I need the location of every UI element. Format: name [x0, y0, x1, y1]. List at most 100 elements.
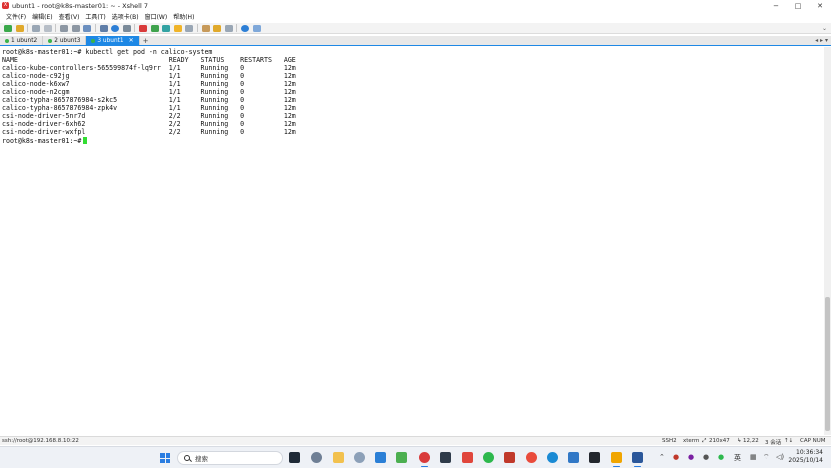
- caps-num-status: CAP NUM: [800, 438, 826, 444]
- shell-prompt: root@k8s-master01:~#: [2, 136, 82, 145]
- taskbar-search-box[interactable]: 搜索: [177, 451, 283, 465]
- ime-indicator[interactable]: 英: [734, 453, 741, 463]
- globe-icon[interactable]: [111, 24, 119, 32]
- menu-window[interactable]: 窗口(W): [145, 12, 168, 21]
- tray-chevron-icon[interactable]: ⌃: [659, 453, 665, 461]
- cursor-position-status: 12,22: [743, 438, 759, 444]
- help-icon[interactable]: [241, 24, 249, 32]
- toolbar-separator: [27, 24, 28, 32]
- sessions-status: 3 会话: [765, 440, 782, 446]
- terminal-line: calico-kube-controllers-565599874f-lq9rr…: [2, 64, 296, 73]
- windows-start-icon[interactable]: [160, 453, 170, 463]
- status-bar: ssh://root@192.168.8.10:22 SSH2 xterm ⤢ …: [0, 436, 831, 446]
- tab-label: 1 ubunt2: [11, 37, 38, 44]
- terminal-app-icon[interactable]: [396, 452, 407, 463]
- scrollbar-thumb[interactable]: [825, 297, 830, 431]
- docs-app-icon[interactable]: [462, 452, 473, 463]
- title-bar: X ubunt1 - root@k8s-master01: ~ - Xshell…: [0, 0, 831, 11]
- keyboard-icon[interactable]: [185, 24, 193, 32]
- menu-tools[interactable]: 工具(T): [85, 12, 105, 21]
- toolbar-separator: [134, 24, 135, 32]
- terminal-output[interactable]: root@k8s-master01:~# kubectl get pod -n …: [0, 47, 824, 435]
- settings-app-icon[interactable]: [311, 452, 322, 463]
- terminal-line: calico-node-c92jg 1/1 Running 0 12m: [2, 72, 296, 81]
- tab-ubunt3[interactable]: 2 ubunt3: [43, 36, 87, 45]
- menu-file[interactable]: 文件(F): [6, 12, 26, 21]
- xmanager-icon[interactable]: [150, 24, 159, 32]
- link-icon[interactable]: [32, 24, 40, 32]
- menu-view[interactable]: 查看(V): [59, 12, 80, 21]
- toolbar-separator: [236, 24, 237, 32]
- fullscreen-icon[interactable]: [162, 24, 170, 32]
- system-clock[interactable]: 10:36:34 2025/10/14: [788, 449, 823, 465]
- new-session-icon[interactable]: [4, 24, 12, 32]
- terminal-line: csi-node-driver-5nr7d 2/2 Running 0 12m: [2, 112, 296, 121]
- connected-status-icon: [5, 38, 9, 43]
- transfer-icon[interactable]: [213, 24, 221, 32]
- close-tab-icon[interactable]: ✕: [129, 37, 134, 44]
- browser-app-icon[interactable]: [354, 452, 365, 463]
- tab-ubunt1[interactable]: 3 ubunt1 ✕: [86, 36, 140, 45]
- edge-icon[interactable]: [547, 452, 558, 463]
- properties-icon[interactable]: [99, 24, 108, 32]
- xshell-taskbar-icon[interactable]: [419, 452, 430, 467]
- tab-navigation-icon[interactable]: ◂ ▸ ▾: [815, 37, 828, 44]
- add-tab-button[interactable]: +: [140, 36, 152, 45]
- copy-icon[interactable]: [60, 24, 68, 32]
- wechat-icon[interactable]: [483, 452, 494, 463]
- terminal-line: NAME READY STATUS RESTARTS AGE: [2, 56, 296, 65]
- tray-app-icon-2[interactable]: ●: [688, 453, 694, 461]
- menu-bar: 文件(F) 编辑(E) 查看(V) 工具(T) 选项卡(B) 窗口(W) 帮助(…: [0, 12, 831, 21]
- volume-icon[interactable]: ◁): [776, 453, 784, 461]
- connection-status: ssh://root@192.168.8.10:22: [2, 438, 79, 444]
- maximize-button[interactable]: □: [787, 0, 809, 11]
- terminal-type-status: xterm: [683, 438, 700, 444]
- toolbar: ⌄: [0, 23, 831, 34]
- folder-app-icon[interactable]: [611, 452, 622, 467]
- vscode-icon[interactable]: [375, 452, 386, 463]
- layout-icon[interactable]: [224, 24, 233, 32]
- terminal-line: calico-node-k6xw7 1/1 Running 0 12m: [2, 80, 296, 89]
- font-icon[interactable]: [122, 24, 131, 32]
- paste-icon[interactable]: [71, 24, 80, 32]
- menu-help[interactable]: 帮助(H): [173, 12, 194, 21]
- chrome-icon[interactable]: [526, 452, 537, 463]
- tray-wechat-icon[interactable]: ●: [718, 453, 724, 461]
- terminal-line: calico-typha-8657876984-zpk4v 1/1 Runnin…: [2, 104, 296, 113]
- cube-app-icon[interactable]: [589, 452, 600, 463]
- connected-status-icon: [48, 38, 53, 43]
- script-icon[interactable]: [201, 24, 210, 32]
- file-explorer-icon[interactable]: [333, 452, 344, 463]
- word-icon[interactable]: [632, 452, 643, 467]
- tray-app-icon-1[interactable]: ●: [673, 453, 679, 461]
- menu-tab[interactable]: 选项卡(B): [112, 12, 139, 21]
- xftp-icon[interactable]: [139, 24, 147, 32]
- tab-ubunt2[interactable]: 1 ubunt2: [0, 36, 44, 45]
- open-folder-icon[interactable]: [15, 24, 24, 32]
- transfer-status-icon: ↑↓: [784, 438, 794, 444]
- input-method-icon[interactable]: ▦: [750, 453, 757, 461]
- cursor-position-icon: ↳: [737, 438, 742, 444]
- window-controls: − □ ✕: [765, 0, 831, 11]
- toolbar-separator: [94, 24, 96, 32]
- vscode-alt-icon[interactable]: [568, 452, 579, 463]
- task-view-icon[interactable]: [289, 452, 300, 463]
- terminal-line: csi-node-driver-6xh62 2/2 Running 0 12m: [2, 120, 296, 129]
- menu-edit[interactable]: 编辑(E): [32, 12, 52, 21]
- lock-icon[interactable]: [173, 24, 182, 32]
- terminal-scrollbar[interactable]: [824, 47, 831, 435]
- toolbar-overflow-icon[interactable]: ⌄: [822, 25, 827, 32]
- tray-app-icon-3[interactable]: ●: [703, 453, 709, 461]
- console-app-icon[interactable]: [440, 452, 451, 463]
- disconnect-icon[interactable]: [43, 24, 52, 32]
- xshell-app-icon: X: [2, 2, 9, 9]
- close-button[interactable]: ✕: [809, 0, 831, 11]
- minimize-button[interactable]: −: [765, 0, 787, 11]
- terminal-size-status: 210x47: [709, 438, 730, 444]
- find-icon[interactable]: [83, 24, 91, 32]
- network-icon[interactable]: ⌔: [763, 453, 770, 462]
- toolbar-separator: [196, 24, 198, 32]
- red-app-icon[interactable]: [504, 452, 515, 463]
- chat-icon[interactable]: [252, 24, 261, 32]
- session-tab-bar: 1 ubunt2 2 ubunt3 3 ubunt1 ✕ + ◂ ▸ ▾: [0, 36, 831, 46]
